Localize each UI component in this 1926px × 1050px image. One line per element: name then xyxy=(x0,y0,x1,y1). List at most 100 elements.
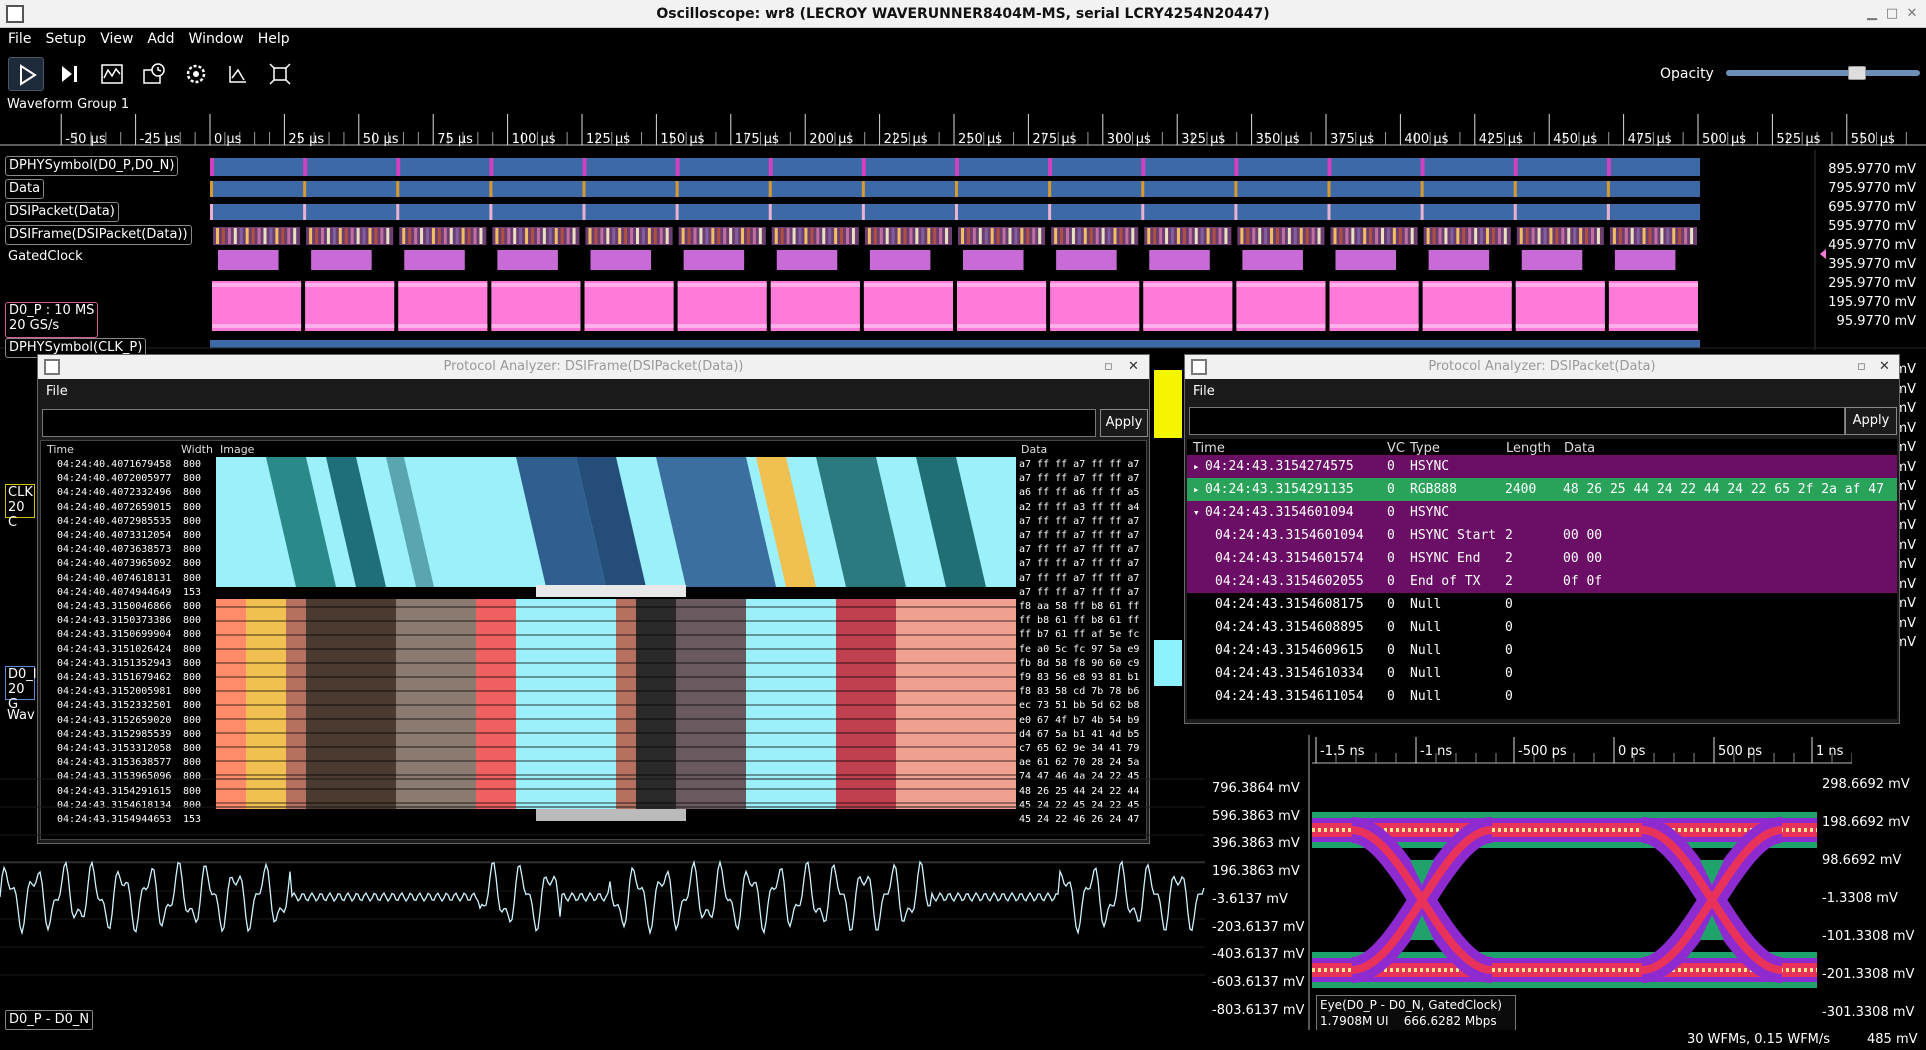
frame-band xyxy=(399,227,487,245)
packet-row-length: 0 xyxy=(1505,597,1513,612)
burst-marker xyxy=(1141,158,1146,176)
waveform-button[interactable] xyxy=(94,57,130,91)
maximize-icon[interactable]: ▫ xyxy=(1104,355,1113,379)
frame-col-data[interactable]: Data xyxy=(1021,443,1047,456)
frame-col-time[interactable]: Time xyxy=(47,443,74,456)
menu-setup[interactable]: Setup xyxy=(37,28,92,47)
packet-row-vc: 0 xyxy=(1387,643,1395,658)
channel-label-d0p-d0n[interactable]: D0_P - D0_N xyxy=(5,1010,94,1030)
d0p-burst xyxy=(770,281,860,331)
gated-clock-block xyxy=(404,250,465,270)
packet-row-type: HSYNC End xyxy=(1410,551,1481,566)
frame-filter-input[interactable] xyxy=(42,409,1096,437)
voltage-tick-label: 595.9770 mV xyxy=(1828,219,1916,234)
packet-row[interactable]: 04:24:43.3154602055 0 End of TX 2 0f 0f xyxy=(1187,570,1897,593)
eye-diagram-area[interactable] xyxy=(1312,770,1817,1032)
time-ruler[interactable]: -50 µs -25 µs 0 µs 25 µs 50 µs 75 µs 100 µs 125… xyxy=(0,110,1926,146)
menu-window[interactable]: Window xyxy=(181,28,250,47)
packet-row[interactable]: 04:24:43.3154611054 0 Null 0 xyxy=(1187,685,1897,708)
packet-analyzer-menu-file[interactable]: File xyxy=(1185,379,1899,401)
opacity-slider[interactable] xyxy=(1726,70,1920,76)
menu-file[interactable]: File xyxy=(0,28,37,47)
packet-row[interactable]: 04:24:43.3154609615 0 Null 0 xyxy=(1187,639,1897,662)
eye-time-ruler[interactable]: -1.5 ns -1 ns -500 ps 0 ps 500 ps 1 ns xyxy=(1312,735,1852,765)
close-icon[interactable]: ✕ xyxy=(1879,355,1890,379)
measure-button[interactable] xyxy=(220,57,256,91)
maximize-icon[interactable]: ▫ xyxy=(1857,355,1866,379)
packet-filter-input[interactable] xyxy=(1189,407,1845,435)
channel-label-d0-partial[interactable]: D0_I 20 G xyxy=(5,666,37,712)
channel-label-dphysymbol[interactable]: DPHYSymbol(D0_P,D0_N) xyxy=(5,156,179,176)
time-tick-label: 50 µs xyxy=(363,132,399,146)
eye-voltage-tick-label: -201.3308 mV xyxy=(1822,967,1915,982)
packet-col-vc[interactable]: VC xyxy=(1387,441,1405,456)
packet-row[interactable]: 04:24:43.3154601574 0 HSYNC End 2 00 00 xyxy=(1187,547,1897,570)
time-tick-label: 25 µs xyxy=(288,132,324,146)
packet-row-length: 2400 xyxy=(1505,482,1537,497)
channel-label-data[interactable]: Data xyxy=(5,179,45,199)
packet-table[interactable]: Time VC Type Length Data ▸ 04:24:43.31542… xyxy=(1187,439,1897,719)
frame-row-data: e0 67 4f b7 4b 54 b9 xyxy=(1019,714,1140,726)
clk-partial-line2: 20 C xyxy=(8,500,25,530)
maximize-icon[interactable]: □ xyxy=(1884,6,1900,22)
packet-row-vc: 0 xyxy=(1387,620,1395,635)
frame-apply-button[interactable]: Apply xyxy=(1100,409,1148,437)
packet-row[interactable]: 04:24:43.3154608895 0 Null 0 xyxy=(1187,616,1897,639)
single-button[interactable] xyxy=(52,57,88,91)
eye-time-tick-label: -1 ns xyxy=(1420,744,1452,759)
expand-arrow-icon[interactable]: ▾ xyxy=(1193,501,1200,524)
packet-row[interactable]: ▸ 04:24:43.3154291135 0 RGB888 2400 48 26 25 … xyxy=(1187,478,1897,501)
packet-row[interactable]: ▾ 04:24:43.3154601094 0 HSYNC xyxy=(1187,501,1897,524)
frame-col-image[interactable]: Image xyxy=(220,443,254,456)
settings-button[interactable] xyxy=(178,57,214,91)
packet-col-time[interactable]: Time xyxy=(1193,441,1225,456)
packet-col-type[interactable]: Type xyxy=(1410,441,1440,456)
opacity-slider-handle[interactable] xyxy=(1848,66,1866,80)
channel-label-clk-partial[interactable]: CLK 20 C xyxy=(5,484,35,530)
channel-label-dsiframe[interactable]: DSIFrame(DSIPacket(Data)) xyxy=(5,225,192,245)
menu-help[interactable]: Help xyxy=(250,28,296,47)
time-tick-label: 200 µs xyxy=(809,132,853,146)
menu-add[interactable]: Add xyxy=(139,28,180,47)
packet-row-length: 2 xyxy=(1505,551,1513,566)
expand-arrow-icon[interactable]: ▸ xyxy=(1193,478,1200,501)
packet-row[interactable]: ▸ 04:24:43.3154274575 0 HSYNC xyxy=(1187,455,1897,478)
bottom-voltage-tick-label: 196.3863 mV xyxy=(1212,864,1300,880)
bottom-waveform-area[interactable] xyxy=(0,725,1205,1035)
time-tick-label: 425 µs xyxy=(1479,132,1523,146)
statusbar: 30 WFMs, 0.15 WFM/s 485 mV xyxy=(0,1030,1926,1050)
packet-apply-button[interactable]: Apply xyxy=(1845,407,1897,435)
packet-analyzer-window[interactable]: Protocol Analyzer: DSIPacket(Data) ▫ ✕ F… xyxy=(1184,354,1900,724)
frame-row-time: 04:24:43.3152659020 xyxy=(57,714,172,726)
expand-arrow-icon[interactable]: ▸ xyxy=(1193,455,1200,478)
d0p-burst xyxy=(1515,281,1605,331)
d0p-label-line1: D0_P : 10 MS xyxy=(9,303,95,318)
frame-analyzer-menu-file[interactable]: File xyxy=(38,379,1149,401)
pane-divider[interactable] xyxy=(1308,735,1310,1035)
zoom-fit-button[interactable] xyxy=(262,57,298,91)
run-button[interactable] xyxy=(8,57,44,91)
packet-row[interactable]: 04:24:43.3154610334 0 Null 0 xyxy=(1187,662,1897,685)
channel-label-d0p[interactable]: D0_P : 10 MS 20 GS/s xyxy=(5,302,99,338)
close-icon[interactable]: ✕ xyxy=(1128,355,1139,379)
voltage-tick-label: 695.9770 mV xyxy=(1828,200,1916,215)
gated-clock-block xyxy=(963,250,1024,270)
channel-label-dsipacket[interactable]: DSIPacket(Data) xyxy=(5,202,119,222)
packet-row-length: 2 xyxy=(1505,528,1513,543)
packet-row[interactable]: 04:24:43.3154608175 0 Null 0 xyxy=(1187,593,1897,616)
gated-clock-block xyxy=(1149,250,1210,270)
minimize-icon[interactable]: ▁ xyxy=(1864,6,1880,22)
menu-view[interactable]: View xyxy=(92,28,139,47)
bottom-voltage-tick-label: 796.3864 mV xyxy=(1212,781,1300,796)
history-button[interactable] xyxy=(136,57,172,91)
eye-label[interactable]: Eye(D0_P - D0_N, GatedClock) 1.7908M UI … xyxy=(1316,995,1516,1031)
close-icon[interactable]: ✕ xyxy=(1904,6,1920,22)
packet-col-length[interactable]: Length xyxy=(1506,441,1551,456)
packet-row[interactable]: 04:24:43.3154601094 0 HSYNC Start 2 00 00 xyxy=(1187,524,1897,547)
frame-row-data: ff b8 61 ff b8 61 ff xyxy=(1019,615,1140,627)
packet-col-data[interactable]: Data xyxy=(1564,441,1595,456)
frame-row-width: 800 xyxy=(183,700,202,712)
channel-label-gatedclock[interactable]: GatedClock xyxy=(5,248,86,268)
frame-col-width[interactable]: Width xyxy=(181,443,213,456)
d0-partial-line1: D0_I xyxy=(8,667,37,682)
